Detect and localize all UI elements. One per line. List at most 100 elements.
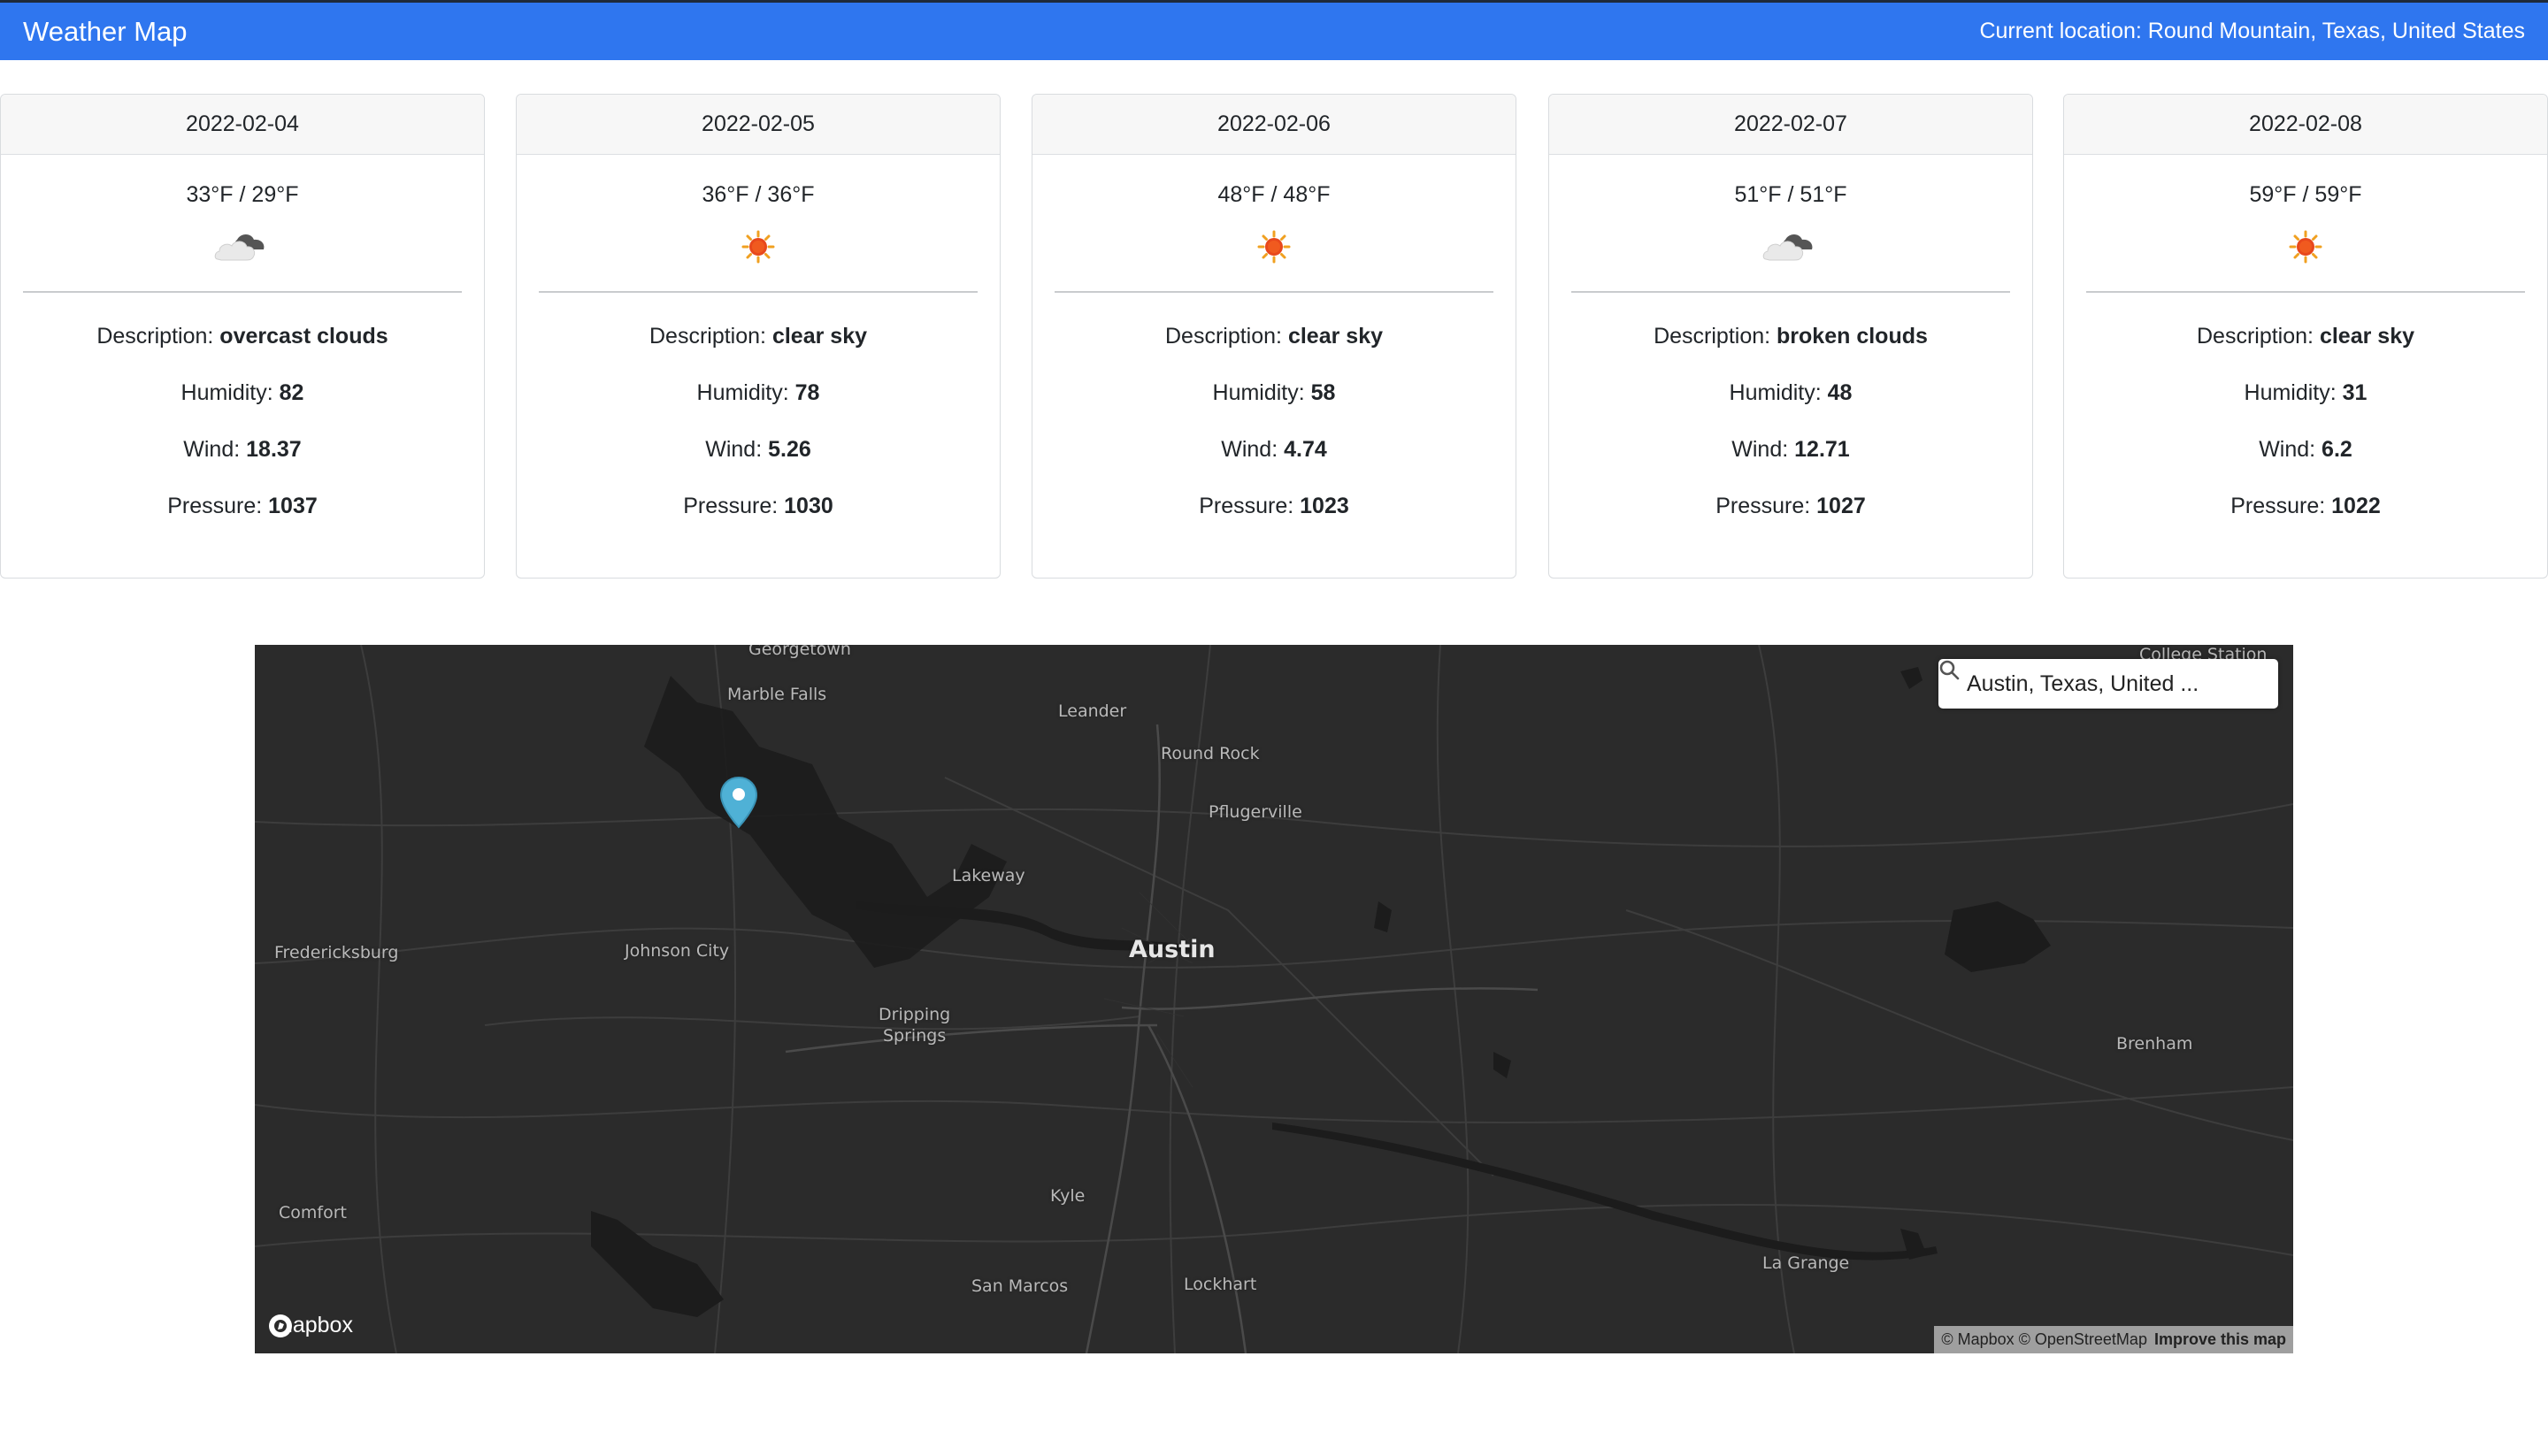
- cloud-icon: [1549, 222, 2032, 272]
- sun-icon: [1032, 222, 1516, 272]
- search-input[interactable]: [1967, 671, 2241, 697]
- navbar: Weather Map Current location: Round Moun…: [0, 0, 2548, 60]
- humidity-value: 58: [1310, 380, 1336, 405]
- brand-title[interactable]: Weather Map: [23, 16, 188, 48]
- map-label-springs: Springs: [883, 1026, 947, 1046]
- pressure-label: Pressure:: [167, 494, 263, 518]
- map-label-kyle: Kyle: [1050, 1186, 1086, 1206]
- attribution-text[interactable]: © Mapbox © OpenStreetMap: [1941, 1330, 2147, 1349]
- card-divider: [1571, 291, 2010, 293]
- card-date: 2022-02-06: [1032, 95, 1516, 155]
- map-label-johnson-city: Johnson City: [625, 941, 730, 961]
- humidity-value: 48: [1827, 380, 1853, 405]
- mapbox-logo[interactable]: mapbox: [267, 1313, 353, 1338]
- forecast-card: 2022-02-08 59°F / 59°F Description: clear …: [2063, 94, 2548, 579]
- card-pressure: Pressure: 1023: [1032, 493, 1516, 519]
- description-value: broken clouds: [1777, 324, 1928, 349]
- pressure-value: 1022: [2331, 494, 2381, 518]
- map-label-marble-falls: Marble Falls: [727, 685, 827, 704]
- card-humidity: Humidity: 78: [517, 379, 1000, 406]
- card-temps: 51°F / 51°F: [1734, 182, 1847, 207]
- description-label: Description:: [1654, 324, 1771, 349]
- card-humidity: Humidity: 58: [1032, 379, 1516, 406]
- card-divider: [2086, 291, 2525, 293]
- pressure-label: Pressure:: [2230, 494, 2326, 518]
- map-label-la-grange: La Grange: [1762, 1253, 1850, 1273]
- card-temps: 48°F / 48°F: [1217, 182, 1331, 207]
- card-description: Description: clear sky: [517, 323, 1000, 349]
- card-temps: 36°F / 36°F: [702, 182, 815, 207]
- wind-label: Wind:: [2259, 437, 2316, 462]
- card-pressure: Pressure: 1030: [517, 493, 1000, 519]
- description-label: Description:: [649, 324, 766, 349]
- map-background: [255, 645, 2293, 1353]
- card-humidity: Humidity: 82: [1, 379, 484, 406]
- card-description: Description: broken clouds: [1549, 323, 2032, 349]
- wind-label: Wind:: [1731, 437, 1789, 462]
- wind-label: Wind:: [183, 437, 241, 462]
- map-label-brenham: Brenham: [2116, 1034, 2193, 1054]
- forecast-card: 2022-02-04 33°F / 29°F Description: overca…: [0, 94, 485, 579]
- description-value: clear sky: [2319, 324, 2414, 349]
- pressure-label: Pressure:: [1199, 494, 1294, 518]
- humidity-label: Humidity:: [696, 380, 789, 405]
- forecast-cards: 2022-02-04 33°F / 29°F Description: overca…: [0, 94, 2548, 579]
- map-label-round-rock: Round Rock: [1161, 744, 1260, 763]
- improve-map-link[interactable]: Improve this map: [2154, 1330, 2286, 1349]
- card-date: 2022-02-05: [517, 95, 1000, 155]
- card-divider: [23, 291, 462, 293]
- map[interactable]: Georgetown College Station Marble Falls …: [255, 645, 2293, 1353]
- wind-value: 18.37: [246, 437, 302, 462]
- description-value: overcast clouds: [219, 324, 388, 349]
- geocoder-search[interactable]: [1938, 659, 2278, 709]
- sun-icon: [517, 222, 1000, 272]
- map-attribution: © Mapbox © OpenStreetMap Improve this ma…: [1934, 1326, 2293, 1353]
- card-date: 2022-02-07: [1549, 95, 2032, 155]
- location-marker-icon[interactable]: [718, 776, 759, 831]
- map-label-pflugerville: Pflugerville: [1209, 802, 1302, 822]
- card-pressure: Pressure: 1022: [2064, 493, 2547, 519]
- map-label-georgetown: Georgetown: [748, 645, 851, 659]
- mapbox-logo-icon: [269, 1314, 292, 1337]
- card-divider: [1055, 291, 1493, 293]
- humidity-value: 31: [2342, 380, 2368, 405]
- map-label-san-marcos: San Marcos: [971, 1276, 1069, 1296]
- wind-value: 6.2: [2322, 437, 2352, 462]
- wind-label: Wind:: [705, 437, 763, 462]
- card-pressure: Pressure: 1037: [1, 493, 484, 519]
- card-wind: Wind: 12.71: [1549, 436, 2032, 463]
- forecast-card: 2022-02-06 48°F / 48°F Description: clear …: [1032, 94, 1516, 579]
- card-wind: Wind: 18.37: [1, 436, 484, 463]
- humidity-label: Humidity:: [2244, 380, 2337, 405]
- card-description: Description: overcast clouds: [1, 323, 484, 349]
- map-label-austin: Austin: [1129, 936, 1216, 963]
- humidity-label: Humidity:: [1729, 380, 1822, 405]
- pressure-value: 1037: [268, 494, 318, 518]
- card-wind: Wind: 5.26: [517, 436, 1000, 463]
- forecast-card: 2022-02-05 36°F / 36°F Description: clear …: [516, 94, 1001, 579]
- wind-value: 4.74: [1284, 437, 1327, 462]
- pressure-label: Pressure:: [1715, 494, 1811, 518]
- card-date: 2022-02-08: [2064, 95, 2547, 155]
- card-humidity: Humidity: 31: [2064, 379, 2547, 406]
- forecast-card: 2022-02-07 51°F / 51°F Description: broken…: [1548, 94, 2033, 579]
- description-value: clear sky: [771, 324, 867, 349]
- humidity-label: Humidity:: [180, 380, 273, 405]
- cloud-icon: [1, 222, 484, 272]
- current-location: Current location: Round Mountain, Texas,…: [1979, 19, 2525, 43]
- wind-value: 5.26: [768, 437, 811, 462]
- card-wind: Wind: 6.2: [2064, 436, 2547, 463]
- map-label-dripping: Dripping: [879, 1005, 951, 1024]
- pressure-value: 1030: [784, 494, 833, 518]
- map-label-fredericksburg: Fredericksburg: [274, 943, 399, 962]
- card-description: Description: clear sky: [1032, 323, 1516, 349]
- card-divider: [539, 291, 978, 293]
- description-value: clear sky: [1287, 324, 1383, 349]
- wind-value: 12.71: [1794, 437, 1850, 462]
- map-label-lakeway: Lakeway: [952, 866, 1025, 885]
- wind-label: Wind:: [1221, 437, 1278, 462]
- description-label: Description:: [1165, 324, 1282, 349]
- pressure-value: 1023: [1300, 494, 1349, 518]
- card-pressure: Pressure: 1027: [1549, 493, 2032, 519]
- card-humidity: Humidity: 48: [1549, 379, 2032, 406]
